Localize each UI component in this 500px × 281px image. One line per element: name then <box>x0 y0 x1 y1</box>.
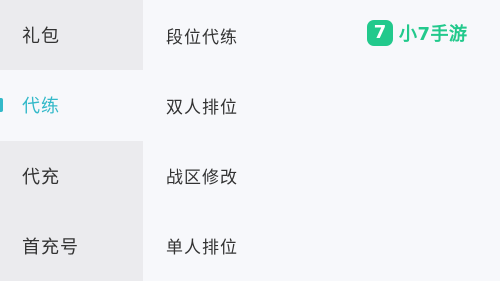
brand-watermark: 7 小7手游 <box>367 20 468 46</box>
sidebar-item-label: 代练 <box>22 96 60 118</box>
app-window: 礼包 代练 代充 首充号 段位代练 双人排位 战区修改 单人排位 7 小7手游 <box>0 0 500 281</box>
brand-name: 小7手游 <box>399 24 468 45</box>
sidebar-item-first-recharge-account[interactable]: 首充号 <box>0 211 143 281</box>
option-label: 单人排位 <box>166 238 238 259</box>
sidebar-item-label: 礼包 <box>22 26 60 48</box>
option-label: 段位代练 <box>166 27 238 48</box>
category-sidebar: 礼包 代练 代充 首充号 <box>0 0 143 281</box>
option-region-change[interactable]: 战区修改 <box>143 141 500 211</box>
option-label: 双人排位 <box>166 97 238 118</box>
option-label: 战区修改 <box>166 168 238 189</box>
sidebar-item-top-up[interactable]: 代充 <box>0 141 143 211</box>
active-indicator <box>0 98 3 113</box>
sidebar-item-boosting[interactable]: 代练 <box>0 70 143 141</box>
option-solo-ranked[interactable]: 单人排位 <box>143 211 500 281</box>
sidebar-item-label: 首充号 <box>22 236 79 258</box>
brand-logo-icon: 7 <box>367 20 393 46</box>
sidebar-item-label: 代充 <box>22 166 60 188</box>
option-duo-ranked[interactable]: 双人排位 <box>143 70 500 140</box>
sidebar-item-gift-pack[interactable]: 礼包 <box>0 0 143 70</box>
service-options-panel: 段位代练 双人排位 战区修改 单人排位 7 小7手游 <box>143 0 500 281</box>
